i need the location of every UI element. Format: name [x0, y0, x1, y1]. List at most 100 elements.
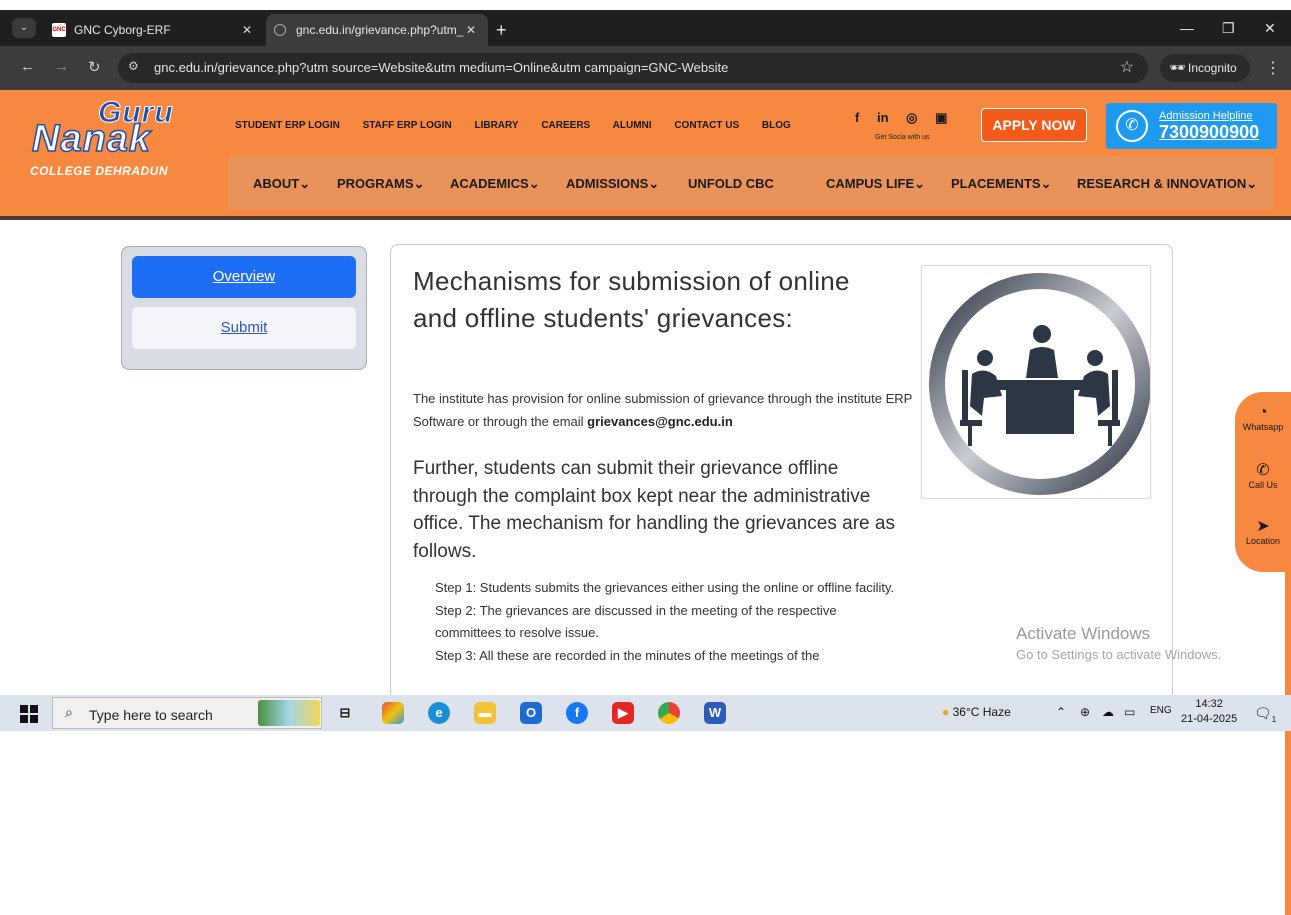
- link-blog[interactable]: BLOG: [762, 120, 791, 131]
- link-contact-us[interactable]: CONTACT US: [674, 120, 739, 131]
- phone-icon: ✆: [1116, 110, 1148, 142]
- word-icon[interactable]: W: [704, 702, 726, 724]
- location-label: Location: [1245, 536, 1281, 546]
- back-icon[interactable]: ←: [20, 58, 35, 75]
- taskbar-clock[interactable]: 14:32 21-04-2025: [1181, 697, 1237, 727]
- link-alumni[interactable]: ALUMNI: [613, 120, 652, 131]
- bookmark-star-icon[interactable]: ☆: [1120, 57, 1134, 77]
- address-bar-row: ← → ↻ ⚙ gnc.edu.in/grievance.php?utm sou…: [0, 46, 1291, 90]
- close-icon[interactable]: ✕: [242, 14, 252, 46]
- site-settings-icon[interactable]: ⚙: [128, 59, 139, 73]
- url-text[interactable]: gnc.edu.in/grievance.php?utm source=Webs…: [154, 60, 728, 75]
- instagram-icon[interactable]: ◎: [906, 110, 917, 125]
- social-tagline: Get Socia with us: [875, 134, 930, 141]
- call-us-label: Call Us: [1248, 480, 1278, 490]
- gnc-logo[interactable]: Guru Nanak COLLEGE DEHRADUN: [28, 96, 208, 186]
- nav-programs[interactable]: PROGRAMS⌄: [337, 176, 424, 192]
- menu-kebab-icon[interactable]: ⋮: [1265, 58, 1281, 78]
- facebook-app-icon[interactable]: f: [566, 702, 588, 724]
- apply-now-button[interactable]: APPLY NOW: [981, 108, 1087, 142]
- incognito-icon: 🕶: [1169, 60, 1186, 75]
- file-explorer-icon[interactable]: ▬: [474, 702, 496, 724]
- social-links: f in ◎ ▣ Get Socia with us: [855, 110, 961, 141]
- restore-icon[interactable]: ❐: [1222, 20, 1235, 37]
- tab-grievance[interactable]: gnc.edu.in/grievance.php?utm_ ✕: [266, 14, 488, 46]
- windows-taskbar: ⌕ Type here to search ⊟ e ▬ O f ▶ W ● 36…: [0, 695, 1291, 731]
- gnc-favicon-icon: GNC: [52, 23, 66, 37]
- youtube-app-icon[interactable]: ▶: [612, 702, 634, 724]
- incognito-badge[interactable]: 🕶 Incognito: [1160, 54, 1250, 82]
- taskbar-search[interactable]: ⌕ Type here to search: [52, 697, 322, 729]
- activate-windows-title: Activate Windows: [1016, 624, 1151, 643]
- meeting-illustration: [921, 265, 1151, 499]
- network-icon[interactable]: ⊕: [1080, 705, 1090, 719]
- whatsapp-button[interactable]: ◔ Whatsapp: [1235, 404, 1291, 432]
- logo-college: COLLEGE DEHRADUN: [30, 164, 169, 178]
- chrome-icon[interactable]: [658, 702, 680, 724]
- floating-contact-bar: ◔ Whatsapp ✆ Call Us ➤ Location: [1235, 392, 1291, 572]
- weather-sun-icon: ●: [942, 705, 950, 719]
- location-button[interactable]: ➤ Location: [1235, 516, 1291, 546]
- tab-search-button[interactable]: ⌄: [12, 18, 36, 38]
- edge-icon[interactable]: e: [428, 702, 450, 724]
- task-view-icon[interactable]: ⊟: [334, 702, 356, 724]
- language-indicator[interactable]: ENG: [1150, 705, 1172, 716]
- windows-start-icon[interactable]: [20, 705, 38, 723]
- clock-date: 21-04-2025: [1181, 713, 1238, 725]
- weather-text: 36°C Haze: [952, 705, 1011, 719]
- nav-admissions[interactable]: ADMISSIONS⌄: [566, 176, 659, 192]
- youtube-icon[interactable]: ▣: [935, 110, 947, 125]
- clock-time: 14:32: [1195, 698, 1223, 710]
- phone-icon: ✆: [1256, 462, 1270, 479]
- screen-top-strip: [0, 0, 1291, 10]
- minimize-icon[interactable]: —: [1180, 20, 1194, 36]
- meeting-table-icon: [929, 273, 1151, 495]
- call-us-button[interactable]: ✆ Call Us: [1235, 460, 1291, 490]
- link-library[interactable]: LIBRARY: [474, 120, 518, 131]
- nav-about[interactable]: ABOUT⌄: [253, 176, 310, 192]
- search-highlight-image: [258, 700, 320, 726]
- reload-icon[interactable]: ↻: [88, 58, 101, 76]
- omnibox[interactable]: ⚙ gnc.edu.in/grievance.php?utm source=We…: [118, 53, 1148, 83]
- link-student-erp-login[interactable]: STUDENT ERP LOGIN: [235, 120, 340, 131]
- step-item: Step 1: Students submits the grievances …: [435, 580, 895, 595]
- notifications-icon[interactable]: 🗨1: [1254, 705, 1276, 724]
- step-item: Step 3: All these are recorded in the mi…: [435, 647, 820, 663]
- top-links: STUDENT ERP LOGIN STAFF ERP LOGIN LIBRAR…: [235, 120, 811, 131]
- display-icon[interactable]: ▭: [1124, 705, 1135, 719]
- linkedin-icon[interactable]: in: [877, 110, 889, 125]
- logo-nanak: Nanak: [31, 117, 152, 161]
- close-window-icon[interactable]: ✕: [1264, 20, 1276, 37]
- nav-research-innovation[interactable]: RESEARCH & INNOVATION⌄: [1077, 176, 1257, 192]
- search-icon: ⌕: [65, 704, 73, 720]
- tab-gnc-cyborg[interactable]: GNC GNC Cyborg-ERF ✕: [44, 14, 264, 46]
- facebook-icon[interactable]: f: [855, 110, 859, 125]
- grievance-email-link[interactable]: grievances@gnc.edu.in: [587, 414, 733, 429]
- copilot-icon[interactable]: [382, 702, 404, 724]
- forward-icon[interactable]: →: [54, 58, 69, 75]
- side-item-submit[interactable]: Submit: [132, 307, 356, 349]
- online-submission-text: The institute has provision for online s…: [413, 391, 913, 429]
- admission-helpline[interactable]: ✆ Admission Helpline 7300900900: [1106, 103, 1277, 149]
- step-item: Step 2: The grievances are discussed in …: [435, 602, 837, 641]
- nav-academics[interactable]: ACADEMICS⌄: [450, 176, 540, 192]
- side-item-overview[interactable]: Overview: [132, 256, 356, 298]
- new-tab-button[interactable]: +: [496, 20, 507, 41]
- tray-chevron-icon[interactable]: ⌃: [1056, 705, 1066, 719]
- weather-widget[interactable]: ● 36°C Haze: [942, 705, 1011, 719]
- link-careers[interactable]: CAREERS: [541, 120, 590, 131]
- outlook-icon[interactable]: O: [520, 702, 542, 724]
- helpline-number: 7300900900: [1159, 122, 1260, 142]
- nav-unfold-cbc[interactable]: UNFOLD CBC: [688, 176, 774, 191]
- onedrive-icon[interactable]: ☁: [1102, 705, 1114, 719]
- nav-placements[interactable]: PLACEMENTS⌄: [951, 176, 1051, 192]
- tab-title: gnc.edu.in/grievance.php?utm_: [296, 23, 464, 37]
- side-menu: Overview Submit: [121, 246, 367, 370]
- browser-tab-bar: ⌄ GNC GNC Cyborg-ERF ✕ gnc.edu.in/grieva…: [0, 10, 1291, 46]
- nav-campus-life[interactable]: CAMPUS LIFE⌄: [826, 176, 925, 192]
- link-staff-erp-login[interactable]: STAFF ERP LOGIN: [363, 120, 452, 131]
- close-icon[interactable]: ✕: [466, 14, 476, 46]
- incognito-label: Incognito: [1188, 61, 1237, 75]
- whatsapp-icon: ◔: [1258, 404, 1268, 421]
- main-nav: ABOUT⌄ PROGRAMS⌄ ACADEMICS⌄ ADMISSIONS⌄ …: [228, 156, 1274, 210]
